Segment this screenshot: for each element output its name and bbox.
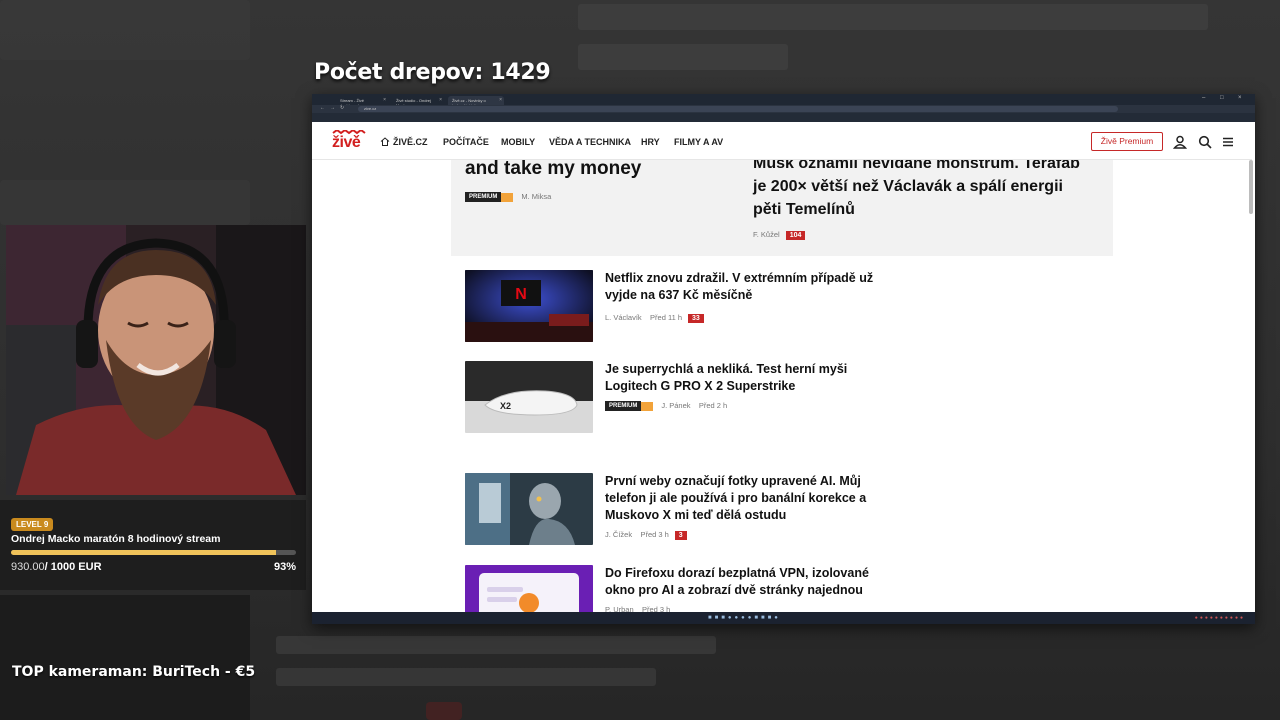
timestamp: Před 2 h	[698, 401, 728, 410]
article-card[interactable]: N Netflix znovu zdražil. V extrémním pří…	[465, 270, 905, 344]
bg-blur-text	[578, 4, 1208, 30]
donation-goal-widget: LEVEL 9 Ondrej Macko maratón 8 hodinový …	[0, 500, 306, 590]
article-thumbnail[interactable]: X2	[465, 361, 593, 433]
goal-amount: 930.00/ 1000 EUR	[11, 561, 102, 573]
browser-tab-strip: Stream - Živě dashboard× Živě studio - O…	[312, 94, 1255, 108]
bg-blur-block	[426, 702, 462, 720]
premium-logo-icon	[501, 192, 514, 202]
close-icon[interactable]: ×	[499, 97, 502, 103]
page-content: and take my money PREMIUM M. Miksa Musk o…	[312, 160, 1252, 624]
maximize-icon[interactable]: □	[1220, 95, 1224, 101]
goal-title: Ondrej Macko maratón 8 hodinový stream	[11, 533, 221, 545]
bg-blur-text	[578, 44, 788, 70]
address-bar[interactable]: zive.cz	[358, 106, 1118, 112]
goal-level-badge: LEVEL 9	[11, 518, 54, 531]
browser-tab[interactable]: Stream - Živě dashboard×	[336, 96, 388, 108]
close-icon[interactable]: ×	[439, 97, 442, 103]
article-thumbnail[interactable]	[465, 473, 593, 545]
close-icon[interactable]: ×	[383, 97, 386, 103]
close-window-icon[interactable]: ×	[1238, 95, 1242, 101]
back-icon[interactable]: ←	[320, 105, 325, 111]
page-scrollbar[interactable]	[1249, 160, 1253, 214]
minimize-icon[interactable]: –	[1202, 95, 1205, 101]
timestamp: Před 3 h	[640, 530, 669, 539]
nav-item-filmy-a-av[interactable]: FILMY A AV	[674, 137, 723, 147]
bookmarks-bar: Aplikácie(30) TwitchMy CompŽivě.czNová k…	[312, 113, 1255, 122]
streamer-illustration	[6, 225, 306, 495]
author[interactable]: F. Kůžel	[753, 230, 780, 239]
article-card[interactable]: První weby označují fotky upravené AI. M…	[465, 473, 905, 547]
author[interactable]: J. Čížek	[605, 530, 632, 539]
site-header: živě ŽIVĚ.CZ POČÍTAČE MOBILY VĚDA A TECH…	[312, 124, 1252, 160]
hero-left-title[interactable]: and take my money	[465, 160, 641, 180]
timestamp: Před 11 h	[650, 313, 682, 322]
premium-logo-icon	[641, 401, 654, 411]
goal-progress-fill	[11, 550, 277, 555]
browser-tab[interactable]: Živě studio - Ondrej Macko×	[392, 96, 444, 108]
browser-tab-active[interactable]: Živě.cz - Novinky o technológiách×	[448, 96, 504, 108]
taskbar-app-icons[interactable]: ■■■●●●●■■■●	[708, 615, 781, 621]
article-card[interactable]: X2 Je superrychlá a nekliká. Test herní …	[465, 361, 905, 435]
article-thumbnail[interactable]: N	[465, 270, 593, 342]
netflix-tv-image: N	[465, 270, 593, 342]
comment-count-badge[interactable]: 104	[785, 230, 806, 240]
windows-taskbar: ■■■●●●●■■■● ●●●●●●●●●●	[312, 612, 1255, 624]
hero-right-title[interactable]: Musk oznámil nevídané monstrum. Terafab …	[753, 160, 1093, 221]
goal-progress-bar	[11, 550, 296, 555]
nav-item-zive[interactable]: ŽIVĚ.CZ	[380, 137, 428, 147]
goal-current: 930.00	[11, 561, 45, 573]
article-title[interactable]: První weby označují fotky upravené AI. M…	[605, 473, 895, 524]
ai-robot-painting-image	[465, 473, 593, 545]
hero-left-meta: PREMIUM M. Miksa	[465, 192, 551, 203]
dark-panel	[0, 595, 250, 720]
article-meta: PREMIUM J. Pánek Před 2 h	[605, 401, 728, 412]
article-title[interactable]: Je superrychlá a nekliká. Test herní myš…	[605, 361, 895, 395]
goal-percent: 93%	[273, 561, 296, 573]
article-title[interactable]: Netflix znovu zdražil. V extrémním přípa…	[605, 270, 895, 304]
nav-item-pocitace[interactable]: POČÍTAČE	[443, 137, 489, 147]
article-title[interactable]: Do Firefoxu dorazí bezplatná VPN, izolov…	[605, 565, 895, 599]
bg-blur-text	[276, 636, 716, 654]
nav-item-hry[interactable]: HRY	[641, 137, 660, 147]
author[interactable]: L. Václavík	[605, 313, 642, 322]
zive-premium-button[interactable]: Živě Premium	[1091, 132, 1163, 151]
article-meta: J. Čížek Před 3 h 3	[605, 530, 687, 540]
nav-item-veda-a-technika[interactable]: VĚDA A TECHNIKA	[549, 137, 631, 147]
premium-badge: PREMIUM	[605, 401, 642, 412]
home-icon	[380, 137, 390, 146]
bg-blur-text	[276, 668, 656, 686]
nav-item-mobily[interactable]: MOBILY	[501, 137, 535, 147]
search-icon[interactable]	[1198, 135, 1212, 149]
author[interactable]: J. Pánek	[661, 401, 690, 410]
hero-section: and take my money PREMIUM M. Miksa Musk o…	[451, 160, 1113, 256]
forward-icon[interactable]: →	[330, 105, 335, 111]
top-cameraman-label: TOP kameraman: BuriTech - €5	[12, 664, 256, 680]
bg-blur-block	[0, 0, 250, 60]
article-meta: L. Václavík Před 11 h 33	[605, 313, 704, 323]
premium-badge: PREMIUM	[465, 192, 502, 203]
gaming-mouse-image: X2	[465, 361, 593, 433]
hero-right-meta: F. Kůžel 104	[753, 230, 806, 240]
svg-text:X2: X2	[500, 401, 511, 411]
menu-icon[interactable]	[1221, 135, 1235, 149]
browser-toolbar: ← → ↻ zive.cz	[312, 105, 1255, 113]
reload-icon[interactable]: ↻	[340, 105, 344, 111]
user-icon[interactable]	[1173, 135, 1187, 149]
bg-blur-block	[0, 180, 250, 225]
squat-counter: Počet drepov: 1429	[314, 60, 551, 85]
zive-logo-text: živě	[332, 134, 361, 151]
comment-count-badge[interactable]: 3	[674, 530, 687, 540]
svg-text:N: N	[515, 286, 527, 303]
webcam-feed	[6, 225, 306, 495]
goal-target: / 1000 EUR	[44, 561, 102, 573]
system-tray-icons[interactable]: ●●●●●●●●●●	[1195, 615, 1245, 621]
browser-capture: Stream - Živě dashboard× Živě studio - O…	[312, 94, 1255, 624]
nav-label: ŽIVĚ.CZ	[393, 137, 428, 147]
comment-count-badge[interactable]: 33	[688, 313, 704, 323]
author[interactable]: M. Miksa	[521, 192, 551, 201]
